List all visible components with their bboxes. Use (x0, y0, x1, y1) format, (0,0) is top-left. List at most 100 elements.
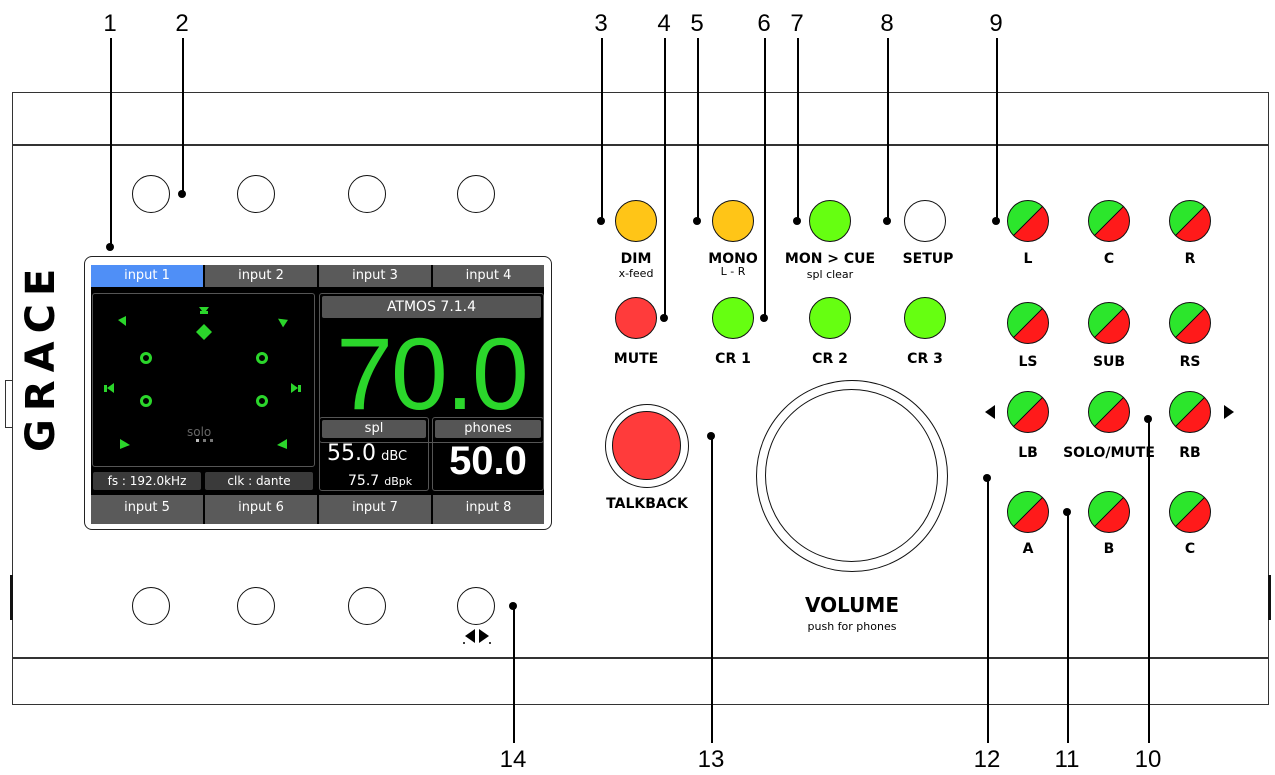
speaker-r-button[interactable] (1169, 200, 1211, 242)
mute-button[interactable] (615, 297, 657, 339)
speaker-rb-label: RB (1179, 445, 1201, 461)
callout-14: 14 (499, 746, 527, 773)
spl-peak: 75.7 dBpk (348, 470, 412, 489)
speaker-rs-button[interactable] (1169, 302, 1211, 344)
setup-button[interactable] (904, 200, 946, 242)
leader-1 (110, 38, 112, 245)
spl-value-text: 55.0 (327, 441, 376, 466)
leader-dot-2 (178, 190, 186, 198)
encoder-knob-1[interactable] (132, 175, 170, 213)
leader-8 (887, 38, 889, 220)
dim-label: DIM (620, 251, 652, 267)
mon-cue-button[interactable] (809, 200, 851, 242)
mono-label: MONO (708, 251, 758, 267)
encoder-knob-2[interactable] (237, 175, 275, 213)
page-right-arrow-icon[interactable] (1222, 403, 1236, 421)
speaker-set-c-button[interactable] (1169, 491, 1211, 533)
cr1-label: CR 1 (715, 351, 751, 367)
leader-9 (996, 38, 998, 220)
clock-info: clk : dante (205, 472, 313, 490)
side-tab-left (5, 380, 12, 428)
panel-bottom-divider (12, 657, 1269, 659)
spl-peak-value: 75.7 (348, 473, 380, 489)
callout-4: 4 (657, 10, 671, 37)
tab-input-6[interactable]: input 6 (205, 495, 317, 524)
leader-dot-9 (992, 217, 1000, 225)
volume-sub-label: push for phones (807, 620, 897, 633)
speaker-set-a-label: A (1022, 541, 1034, 557)
solo-mute-button[interactable] (1088, 391, 1130, 433)
volume-knob[interactable] (756, 380, 948, 572)
spl-value: 55.0 dBC (327, 441, 407, 466)
speaker-set-a-button[interactable] (1007, 491, 1049, 533)
setup-label: SETUP (902, 251, 954, 267)
leader-10 (1148, 419, 1150, 743)
mute-label: MUTE (613, 351, 659, 367)
talkback-label: TALKBACK (606, 496, 688, 512)
tab-input-7[interactable]: input 7 (319, 495, 431, 524)
mon-cue-label: MON > CUE (784, 251, 876, 267)
speaker-lb-button[interactable] (1007, 391, 1049, 433)
leader-dot-14 (509, 602, 517, 610)
speaker-l-button[interactable] (1007, 200, 1049, 242)
mono-button[interactable] (712, 200, 754, 242)
cr1-button[interactable] (712, 297, 754, 339)
speaker-l-label: L (1023, 251, 1033, 267)
leader-dot-6 (760, 314, 768, 322)
tab-input-8[interactable]: input 8 (433, 495, 544, 524)
leader-11 (1067, 512, 1069, 743)
leader-4 (664, 38, 666, 317)
speaker-set-b-button[interactable] (1088, 491, 1130, 533)
speaker-r-label: R (1184, 251, 1196, 267)
callout-1: 1 (103, 10, 117, 37)
left-right-arrows-icon (463, 629, 491, 644)
callout-9: 9 (989, 10, 1003, 37)
leader-14 (513, 606, 515, 743)
tab-input-2[interactable]: input 2 (205, 265, 317, 287)
cr2-button[interactable] (809, 297, 851, 339)
callout-7: 7 (790, 10, 804, 37)
speaker-layout-icon (104, 307, 301, 449)
talkback-button-ring (612, 411, 681, 480)
speaker-set-b-label: B (1103, 541, 1115, 557)
side-foot-right (1268, 575, 1271, 620)
speaker-c-button[interactable] (1088, 200, 1130, 242)
leader-dot-12 (983, 474, 991, 482)
leader-6 (764, 38, 766, 317)
spl-unit: dBC (381, 449, 408, 464)
solo-indicator: solo (187, 425, 212, 439)
speaker-c-label: C (1103, 251, 1115, 267)
speaker-ls-button[interactable] (1007, 302, 1049, 344)
encoder-knob-7[interactable] (348, 587, 386, 625)
leader-dot-10 (1144, 415, 1152, 423)
encoder-knob-5[interactable] (132, 587, 170, 625)
encoder-knob-3[interactable] (348, 175, 386, 213)
leader-dot-7 (793, 217, 801, 225)
dim-button[interactable] (615, 200, 657, 242)
tab-input-1[interactable]: input 1 (91, 265, 203, 287)
speaker-sub-button[interactable] (1088, 302, 1130, 344)
display-screen: input 1 input 2 input 3 input 4 solo ATM… (91, 265, 544, 524)
page-left-arrow-icon[interactable] (983, 403, 997, 421)
leader-5 (697, 38, 699, 220)
sample-rate-info: fs : 192.0kHz (93, 472, 201, 490)
tab-input-5[interactable]: input 5 (91, 495, 203, 524)
speaker-rb-button[interactable] (1169, 391, 1211, 433)
mon-cue-sub-label: spl clear (806, 268, 854, 281)
dim-sub-label: x-feed (618, 267, 654, 280)
leader-dot-11 (1063, 508, 1071, 516)
leader-dot-3 (597, 217, 605, 225)
solo-mute-label: SOLO/MUTE (1063, 445, 1155, 461)
spl-label: spl (322, 420, 426, 438)
encoder-knob-8[interactable] (457, 587, 495, 625)
talkback-button[interactable] (605, 404, 689, 488)
cr3-button[interactable] (904, 297, 946, 339)
encoder-knob-4[interactable] (457, 175, 495, 213)
mono-sub-label: L - R (720, 265, 746, 278)
encoder-knob-6[interactable] (237, 587, 275, 625)
leader-dot-13 (707, 432, 715, 440)
tab-input-4[interactable]: input 4 (433, 265, 544, 287)
leader-13 (711, 436, 713, 743)
tab-input-3[interactable]: input 3 (319, 265, 431, 287)
speaker-lb-label: LB (1018, 445, 1038, 461)
